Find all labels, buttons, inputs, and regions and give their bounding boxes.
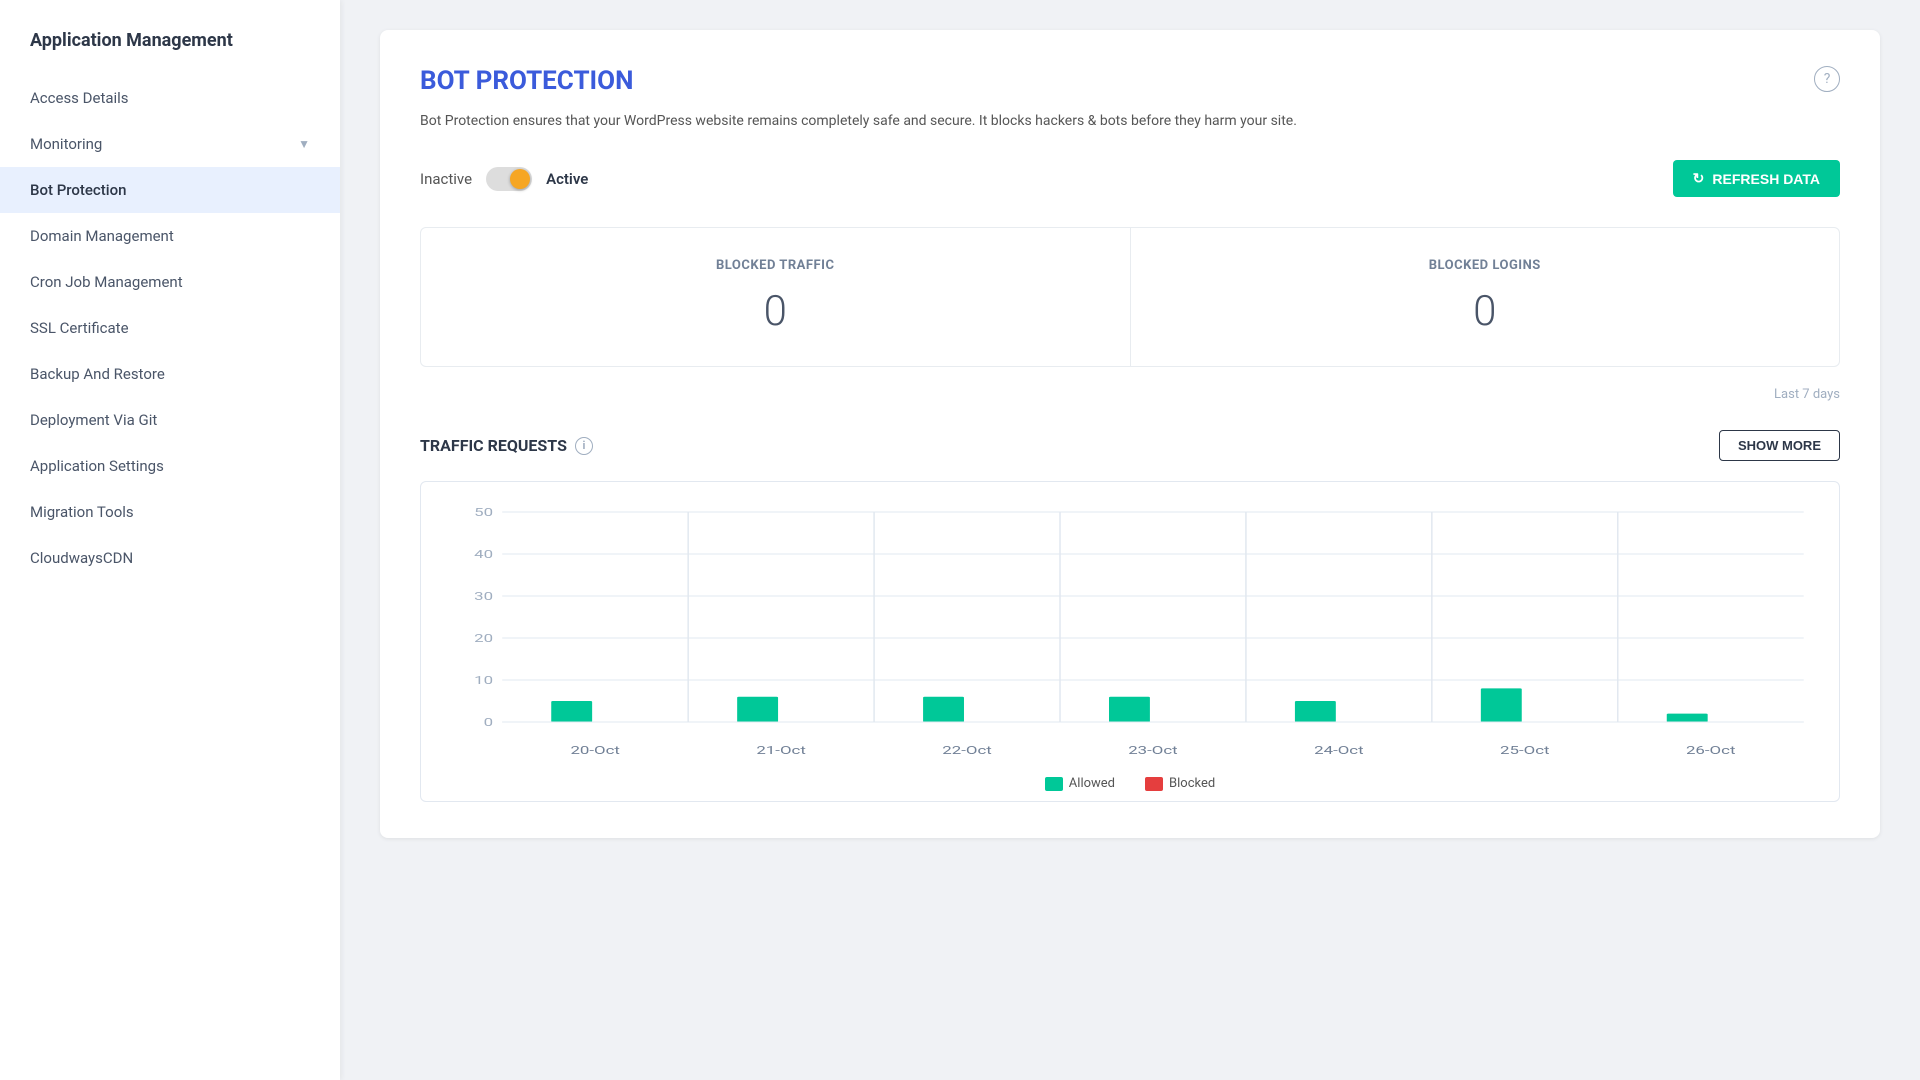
svg-text:0: 0	[484, 717, 493, 729]
svg-text:20: 20	[474, 633, 493, 645]
sidebar-item-backup-and-restore[interactable]: Backup And Restore	[0, 351, 340, 397]
content-card: ? BOT PROTECTION Bot Protection ensures …	[380, 30, 1880, 838]
inactive-label: Inactive	[420, 170, 472, 188]
svg-text:10: 10	[474, 675, 493, 687]
svg-text:25-Oct: 25-Oct	[1500, 745, 1550, 757]
chevron-down-icon: ▼	[298, 137, 310, 151]
sidebar-item-label: Cron Job Management	[30, 273, 183, 291]
sidebar-item-label: Migration Tools	[30, 503, 134, 521]
svg-text:21-Oct: 21-Oct	[756, 745, 806, 757]
help-icon[interactable]: ?	[1814, 66, 1840, 92]
sidebar-item-deployment-via-git[interactable]: Deployment Via Git	[0, 397, 340, 443]
svg-text:22-Oct: 22-Oct	[942, 745, 992, 757]
period-label: Last 7 days	[420, 387, 1840, 402]
svg-text:20-Oct: 20-Oct	[570, 745, 620, 757]
bot-protection-toggle[interactable]	[486, 167, 532, 191]
svg-text:30: 30	[474, 591, 493, 603]
sidebar-item-bot-protection[interactable]: Bot Protection	[0, 167, 340, 213]
page-title: BOT PROTECTION	[420, 66, 1840, 96]
legend-allowed-label: Allowed	[1069, 776, 1115, 791]
legend-blocked: Blocked	[1145, 776, 1215, 791]
sidebar-item-label: Deployment Via Git	[30, 411, 157, 429]
blocked-traffic-value: 0	[441, 287, 1110, 336]
svg-text:40: 40	[474, 549, 493, 561]
toggle-thumb	[510, 169, 530, 189]
legend-allowed: Allowed	[1045, 776, 1115, 791]
traffic-info-icon[interactable]: i	[575, 437, 593, 455]
sidebar-item-ssl-certificate[interactable]: SSL Certificate	[0, 305, 340, 351]
refresh-button[interactable]: ↻ REFRESH DATA	[1673, 160, 1840, 197]
section-header: TRAFFIC REQUESTS i SHOW MORE	[420, 430, 1840, 461]
svg-text:26-Oct: 26-Oct	[1686, 745, 1736, 757]
svg-text:23-Oct: 23-Oct	[1128, 745, 1178, 757]
sidebar-item-label: Domain Management	[30, 227, 174, 245]
chart-container: 50 40 30 20 10 0 20-Oct 21-Oct 22-Oct 23-Oct 24-Oc…	[420, 481, 1840, 802]
sidebar-item-label: Access Details	[30, 89, 129, 107]
traffic-section-title: TRAFFIC REQUESTS i	[420, 436, 593, 455]
sidebar-item-label: Backup And Restore	[30, 365, 165, 383]
sidebar-item-domain-management[interactable]: Domain Management	[0, 213, 340, 259]
chart-legend: Allowed Blocked	[441, 762, 1819, 801]
page-description: Bot Protection ensures that your WordPre…	[420, 110, 1840, 132]
sidebar-item-label: Monitoring	[30, 135, 102, 153]
svg-text:24-Oct: 24-Oct	[1314, 745, 1364, 757]
sidebar-item-monitoring[interactable]: Monitoring ▼	[0, 121, 340, 167]
sidebar-item-label: SSL Certificate	[30, 319, 129, 337]
blocked-traffic-label: BLOCKED TRAFFIC	[441, 258, 1110, 273]
active-label: Active	[546, 170, 588, 188]
legend-blocked-label: Blocked	[1169, 776, 1215, 791]
sidebar-item-label: CloudwaysCDN	[30, 549, 133, 567]
sidebar-item-cron-job-management[interactable]: Cron Job Management	[0, 259, 340, 305]
blocked-logins-label: BLOCKED LOGINS	[1151, 258, 1820, 273]
legend-allowed-color	[1045, 777, 1063, 791]
blocked-traffic-stat: BLOCKED TRAFFIC 0	[421, 228, 1131, 366]
toggle-row: Inactive Active ↻ REFRESH DATA	[420, 160, 1840, 197]
main-content: ? BOT PROTECTION Bot Protection ensures …	[340, 0, 1920, 1080]
sidebar-item-cloudways-cdn[interactable]: CloudwaysCDN	[0, 535, 340, 581]
sidebar-item-application-settings[interactable]: Application Settings	[0, 443, 340, 489]
stats-row: BLOCKED TRAFFIC 0 BLOCKED LOGINS 0	[420, 227, 1840, 367]
legend-blocked-color	[1145, 777, 1163, 791]
sidebar-item-label: Bot Protection	[30, 181, 126, 199]
blocked-logins-value: 0	[1151, 287, 1820, 336]
sidebar-title: Application Management	[0, 30, 340, 75]
refresh-button-label: REFRESH DATA	[1712, 171, 1820, 187]
refresh-icon: ↻	[1693, 170, 1705, 187]
chart-wrap: 50 40 30 20 10 0 20-Oct 21-Oct 22-Oct 23-Oct 24-Oc…	[441, 502, 1819, 762]
sidebar-item-label: Application Settings	[30, 457, 164, 475]
sidebar-item-access-details[interactable]: Access Details	[0, 75, 340, 121]
blocked-logins-stat: BLOCKED LOGINS 0	[1131, 228, 1840, 366]
show-more-button[interactable]: SHOW MORE	[1719, 430, 1840, 461]
sidebar: Application Management Access Details Mon…	[0, 0, 340, 1080]
sidebar-item-migration-tools[interactable]: Migration Tools	[0, 489, 340, 535]
traffic-chart-svg: 50 40 30 20 10 0 20-Oct 21-Oct 22-Oct 23-Oct 24-Oc…	[441, 502, 1819, 762]
svg-text:50: 50	[474, 507, 493, 519]
